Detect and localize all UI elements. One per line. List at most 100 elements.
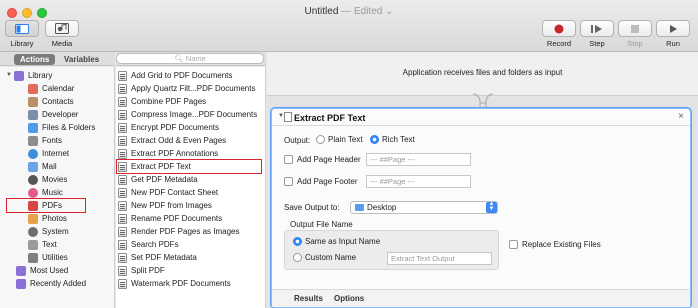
smart-folder-icon: [16, 278, 26, 289]
list-item[interactable]: Render PDF Pages as Images: [118, 225, 240, 238]
sidebar-item-recently-added[interactable]: Recently Added: [16, 277, 86, 290]
rich-text-radio[interactable]: Rich Text: [370, 135, 415, 145]
action-icon: [118, 226, 127, 237]
sidebar-item-calendar[interactable]: Calendar: [28, 82, 74, 95]
workflow-area[interactable]: Application receives files and folders a…: [267, 52, 698, 308]
text-icon: [28, 239, 38, 250]
list-item[interactable]: New PDF from Images: [118, 199, 212, 212]
list-item[interactable]: Split PDF: [118, 264, 165, 277]
sidebar-item-internet[interactable]: Internet: [28, 147, 69, 160]
custom-name-radio[interactable]: Custom Name: [293, 253, 356, 263]
output-label: Output:: [284, 136, 311, 145]
title-bar: Untitled — Edited ⌄ Library Media Record…: [0, 0, 698, 52]
sidebar-item-fonts[interactable]: Fonts: [28, 134, 62, 147]
list-item[interactable]: Encrypt PDF Documents: [118, 121, 219, 134]
sidebar-item-movies[interactable]: Movies: [28, 173, 67, 186]
disclosure-triangle-icon[interactable]: ▼: [6, 69, 12, 82]
stop-icon: [618, 20, 652, 37]
list-item[interactable]: Extract Odd & Even Pages: [118, 134, 226, 147]
extract-pdf-text-highlight-box: [116, 159, 262, 174]
sidebar-item-label: Movies: [42, 175, 68, 184]
output-file-name-group: Same as Input Name Custom Name Extract T…: [284, 230, 499, 270]
sidebar-item-text[interactable]: Text: [28, 238, 57, 251]
list-item-label: Set PDF Metadata: [131, 253, 197, 262]
page-footer-field[interactable]: --- ##Page ---: [366, 175, 471, 188]
options-tab[interactable]: Options: [334, 294, 364, 303]
step-icon: [580, 20, 614, 37]
radio-off-icon: [293, 253, 302, 263]
photos-icon: [28, 213, 38, 224]
results-tab[interactable]: Results: [294, 294, 323, 303]
sidebar-item-label: Library: [27, 71, 53, 80]
stop-button[interactable]: Stop: [618, 20, 652, 48]
close-icon[interactable]: ×: [678, 111, 684, 122]
calendar-icon: [28, 83, 38, 94]
output-file-name-label: Output File Name: [290, 220, 353, 229]
list-item[interactable]: Add Grid to PDF Documents: [118, 69, 232, 82]
search-input[interactable]: 🔍︎ Name: [116, 53, 264, 64]
media-button[interactable]: Media: [45, 20, 79, 48]
replace-existing-checkbox[interactable]: Replace Existing Files: [509, 240, 601, 250]
globe-icon: [28, 148, 38, 159]
sidebar-item-photos[interactable]: Photos: [28, 212, 67, 225]
workflow-input-text: Application receives files and folders a…: [402, 68, 563, 77]
sidebar-item-most-used[interactable]: Most Used: [16, 264, 68, 277]
action-icon: [118, 252, 127, 263]
list-item[interactable]: Watermark PDF Documents: [118, 277, 231, 290]
sidebar-item-label: Files & Folders: [42, 123, 96, 132]
list-item[interactable]: New PDF Contact Sheet: [118, 186, 218, 199]
list-item[interactable]: Get PDF Metadata: [118, 173, 198, 186]
list-item[interactable]: Apply Quartz Filt...PDF Documents: [118, 82, 255, 95]
window-title: Untitled — Edited ⌄: [0, 6, 698, 17]
add-page-footer-label: Add Page Footer: [297, 177, 358, 186]
sidebar-item-files-folders[interactable]: Files & Folders: [28, 121, 95, 134]
action-icon: [118, 187, 127, 198]
sidebar-item-label: Internet: [42, 149, 70, 158]
list-item[interactable]: Set PDF Metadata: [118, 251, 197, 264]
media-button-label: Media: [51, 39, 73, 48]
add-page-footer-checkbox[interactable]: Add Page Footer: [284, 177, 358, 187]
save-output-popup[interactable]: Desktop ▲ ▼: [350, 201, 498, 214]
sidebar-item-contacts[interactable]: Contacts: [28, 95, 74, 108]
list-item[interactable]: Compress Image...PDF Documents: [118, 108, 257, 121]
sidebar-item-library[interactable]: ▼ Library: [6, 69, 52, 82]
library-icon: [5, 20, 39, 37]
sidebar-item-utilities[interactable]: Utilities: [28, 251, 68, 264]
page-header-field[interactable]: --- ##Page ---: [366, 153, 471, 166]
add-page-header-checkbox[interactable]: Add Page Header: [284, 155, 361, 165]
list-item-label: Render PDF Pages as Images: [131, 227, 240, 236]
sidebar-item-system[interactable]: System: [28, 225, 69, 238]
search-placeholder: Name: [185, 54, 206, 63]
checkbox-icon: [284, 177, 293, 187]
fonts-icon: [28, 135, 38, 146]
library-button-label: Library: [10, 39, 34, 48]
sidebar-item-developer[interactable]: Developer: [28, 108, 78, 121]
save-output-value: Desktop: [367, 203, 397, 212]
output-row: Output:: [284, 136, 310, 145]
custom-name-field[interactable]: Extract Text Output: [387, 252, 492, 265]
list-item[interactable]: Combine PDF Pages: [118, 95, 206, 108]
sidebar-item-label: Recently Added: [30, 279, 87, 288]
list-item[interactable]: Rename PDF Documents: [118, 212, 222, 225]
step-button[interactable]: Step: [580, 20, 614, 48]
record-icon: [542, 20, 576, 37]
list-item-label: New PDF Contact Sheet: [131, 188, 219, 197]
library-folder-icon: [13, 70, 24, 81]
edited-indicator[interactable]: — Edited ⌄: [341, 6, 393, 17]
list-item-label: Watermark PDF Documents: [131, 279, 231, 288]
list-item[interactable]: Search PDFs: [118, 238, 179, 251]
variables-tab[interactable]: Variables: [58, 54, 105, 65]
run-button[interactable]: Run: [656, 20, 690, 48]
extract-pdf-text-action[interactable]: ▼ Extract PDF Text × Output: Plain Text …: [271, 108, 691, 308]
action-icon: [118, 70, 127, 81]
library-button[interactable]: Library: [5, 20, 39, 48]
same-as-input-radio[interactable]: Same as Input Name: [293, 237, 380, 247]
list-item-label: Extract Odd & Even Pages: [131, 136, 227, 145]
record-button[interactable]: Record: [542, 20, 576, 48]
plain-text-radio[interactable]: Plain Text: [316, 135, 363, 145]
actions-tab[interactable]: Actions: [14, 54, 56, 65]
action-header[interactable]: ▼ Extract PDF Text ×: [272, 109, 690, 126]
pdfs-highlight-box: [6, 198, 86, 213]
sidebar-item-mail[interactable]: Mail: [28, 160, 57, 173]
chevron-updown-icon: ▲ ▼: [486, 201, 497, 213]
